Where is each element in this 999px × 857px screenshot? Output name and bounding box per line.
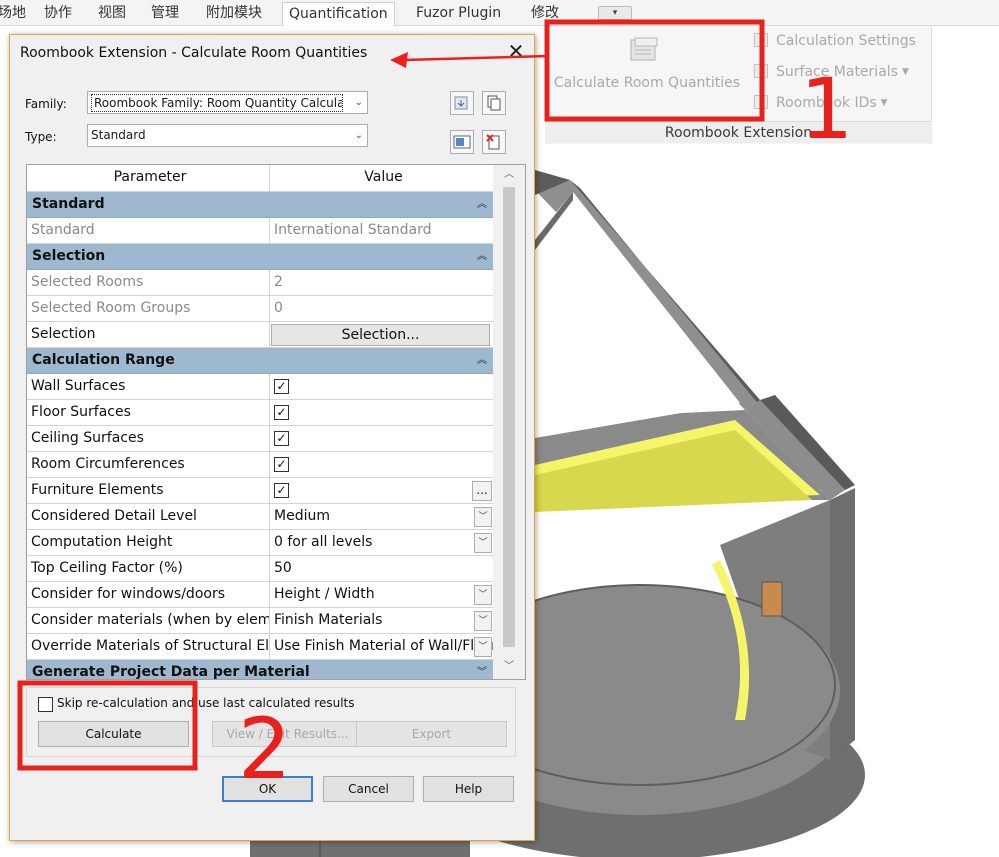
grid-header: Parameter Value [27, 165, 493, 192]
chevron-down-icon[interactable]: ﹀ [474, 507, 492, 527]
tab-site[interactable]: 场地 [0, 2, 32, 26]
calculate-room-quantities-dialog: Roombook Extension - Calculate Room Quan… [9, 34, 535, 841]
table-row: Computation Height 0 for all levels ﹀ [27, 530, 493, 556]
table-row: Override Materials of Structural Element… [27, 634, 493, 660]
duplicate-type-button[interactable] [482, 91, 506, 115]
dropdown-arrow-icon: ▼ [880, 98, 888, 108]
computation-height-select[interactable]: 0 for all levels ﹀ [270, 530, 493, 555]
duplicate-icon [487, 95, 501, 111]
skip-recalculation-checkbox[interactable] [38, 697, 53, 712]
furniture-elements-browse-button[interactable]: ... [472, 481, 492, 501]
export-button[interactable]: Export [356, 721, 507, 747]
help-button[interactable]: Help [423, 776, 514, 802]
close-icon[interactable]: ✕ [504, 39, 528, 63]
type-select[interactable]: Standard ⌄ [87, 124, 368, 147]
collapse-icon[interactable]: ︽ [477, 192, 487, 217]
chevron-down-icon: ⌄ [354, 97, 363, 108]
scroll-down-icon[interactable]: ﹀ [501, 659, 517, 675]
family-label: Family: [25, 97, 67, 111]
calculation-settings-button[interactable]: Calculation Settings [754, 33, 916, 53]
table-row: Ceiling Surfaces ✓ [27, 426, 493, 452]
collapse-icon[interactable]: ︽ [477, 244, 487, 269]
tab-fuzor-plugin[interactable]: Fuzor Plugin [410, 2, 507, 26]
panel-title: Roombook Extension [545, 121, 932, 143]
chevron-down-icon: ▾ [612, 8, 618, 18]
tab-addins[interactable]: 附加模块 [200, 2, 268, 26]
delete-type-button[interactable] [482, 130, 506, 154]
load-family-icon [454, 96, 468, 110]
group-calculation-range[interactable]: Calculation Range ︽ [27, 348, 493, 374]
consider-materials-select[interactable]: Finish Materials ﹀ [270, 608, 493, 633]
rename-type-button[interactable] [450, 130, 474, 154]
parameter-grid: Parameter Value Standard ︽ Standard Inte… [26, 164, 526, 680]
table-row: Selection Selection... [27, 322, 493, 348]
calculate-button[interactable]: Calculate [38, 721, 189, 747]
windows-doors-select[interactable]: Height / Width ﹀ [270, 582, 493, 607]
tab-quantification[interactable]: Quantification [282, 2, 395, 26]
view-edit-results-button[interactable]: View / Edit Results... [212, 721, 363, 747]
selection-button[interactable]: Selection... [271, 324, 490, 346]
surface-materials-button[interactable]: Surface Materials ▼ [754, 64, 909, 84]
collapse-icon[interactable]: ︽ [477, 348, 487, 373]
family-select[interactable]: Roombook Family: Room Quantity Calculati… [87, 91, 368, 114]
table-row: Consider for windows/doors Height / Widt… [27, 582, 493, 608]
detail-level-select[interactable]: Medium ﹀ [270, 504, 493, 529]
calculate-room-quantities-button[interactable]: Calculate Room Quantities [551, 75, 743, 91]
chevron-down-icon: ⌄ [354, 130, 363, 141]
table-row: Selected Rooms 2 [27, 270, 493, 296]
scroll-thumb[interactable] [503, 187, 515, 647]
tab-modify[interactable]: 修改 [525, 2, 565, 26]
ribbon-tab-bar: 场地 协作 视图 管理 附加模块 Quantification Fuzor Pl… [0, 0, 999, 26]
dropdown-arrow-icon: ▼ [901, 67, 909, 77]
door-element [761, 581, 783, 617]
table-row: Top Ceiling Factor (%) 50 [27, 556, 493, 582]
dialog-title: Roombook Extension - Calculate Room Quan… [20, 45, 368, 61]
ceiling-surfaces-checkbox[interactable]: ✓ [274, 431, 289, 446]
column-header-parameter: Parameter [27, 165, 270, 191]
chevron-down-icon[interactable]: ﹀ [474, 585, 492, 605]
group-generate-project-data[interactable]: Generate Project Data per Material ︾ [27, 660, 493, 679]
table-row: Floor Surfaces ✓ [27, 400, 493, 426]
roombook-ids-button[interactable]: Roombook IDs ▼ [754, 95, 888, 115]
type-label: Type: [25, 130, 57, 144]
materials-icon [754, 64, 768, 78]
expand-icon[interactable]: ︾ [477, 660, 487, 679]
table-row: Furniture Elements ✓ ... [27, 478, 493, 504]
scroll-up-icon[interactable]: ︿ [501, 167, 517, 183]
chevron-down-icon[interactable]: ﹀ [474, 533, 492, 553]
override-materials-select[interactable]: Use Finish Material of Wall/Floor ﹀ [270, 634, 493, 659]
furniture-elements-checkbox[interactable]: ✓ [274, 483, 289, 498]
table-row: Wall Surfaces ✓ [27, 374, 493, 400]
table-row: Consider materials (when by element) Fin… [27, 608, 493, 634]
delete-icon [486, 134, 500, 150]
table-row: Selected Room Groups 0 [27, 296, 493, 322]
cancel-button[interactable]: Cancel [323, 776, 414, 802]
settings-icon [754, 33, 768, 47]
top-ceiling-factor-input[interactable]: 50 [270, 556, 493, 581]
tab-collaborate[interactable]: 协作 [38, 2, 78, 26]
table-row: Standard International Standard [27, 218, 493, 244]
grid-scrollbar[interactable]: ︿ ﹀ [493, 165, 525, 679]
ok-button[interactable]: OK [222, 776, 313, 802]
tab-view[interactable]: 视图 [92, 2, 132, 26]
rename-icon [453, 135, 471, 149]
room-circumferences-checkbox[interactable]: ✓ [274, 457, 289, 472]
chevron-down-icon[interactable]: ﹀ [474, 637, 492, 657]
load-family-button[interactable] [450, 91, 474, 115]
column-header-value: Value [364, 169, 403, 185]
quick-access-dropdown[interactable]: ▾ [598, 6, 632, 20]
floor-surfaces-checkbox[interactable]: ✓ [274, 405, 289, 420]
chevron-down-icon[interactable]: ﹀ [474, 611, 492, 631]
tab-manage[interactable]: 管理 [145, 2, 185, 26]
table-row: Room Circumferences ✓ [27, 452, 493, 478]
calculate-room-quantities-icon [630, 37, 658, 61]
group-selection[interactable]: Selection ︽ [27, 244, 493, 270]
calculation-options: Skip re-calculation and use last calcula… [26, 687, 516, 757]
group-standard[interactable]: Standard ︽ [27, 192, 493, 218]
wall-surfaces-checkbox[interactable]: ✓ [274, 379, 289, 394]
table-row: Considered Detail Level Medium ﹀ [27, 504, 493, 530]
skip-recalculation-label: Skip re-calculation and use last calcula… [57, 696, 355, 710]
ids-icon [754, 95, 768, 109]
